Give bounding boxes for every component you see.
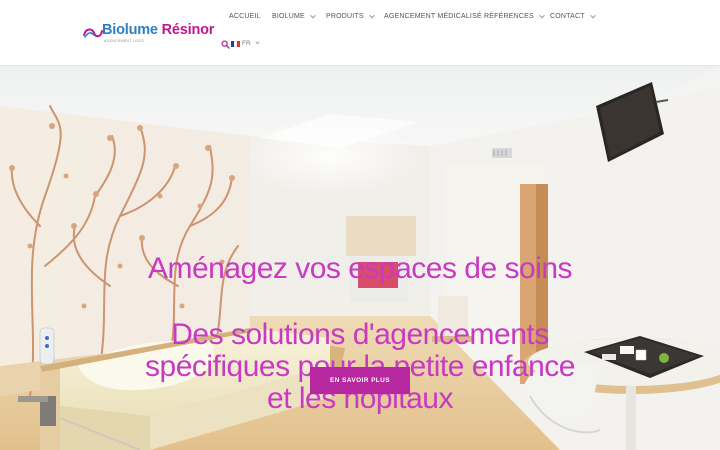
chevron-down-icon xyxy=(255,39,260,45)
nav-item-label: CONTACT xyxy=(550,13,585,20)
chevron-down-icon xyxy=(589,12,596,18)
chevron-down-icon xyxy=(539,12,545,18)
site-header: Biolume Résinor AGENCEMENT LOGO ACCUEIL … xyxy=(0,0,720,66)
chevron-down-icon xyxy=(368,12,375,18)
nav-item-label: RÉFÉRENCES xyxy=(484,13,534,20)
hero-subheadline-line-1: Des solutions d'agencements xyxy=(171,318,549,351)
nav-item-accueil[interactable]: ACCUEIL xyxy=(229,13,261,20)
brand-logo[interactable]: Biolume Résinor AGENCEMENT LOGO xyxy=(82,22,214,44)
learn-more-button[interactable]: EN SAVOIR PLUS xyxy=(310,367,410,394)
brand-name-part1: Biolume xyxy=(102,22,158,38)
nav-item-label: AGENCEMENT MÉDICALISÉ xyxy=(384,13,482,20)
language-selector[interactable]: FR xyxy=(231,39,260,47)
france-flag-icon xyxy=(231,40,240,47)
nav-item-biolume[interactable]: BIOLUME xyxy=(272,12,316,20)
nav-item-references[interactable]: RÉFÉRENCES xyxy=(484,12,545,20)
nav-item-agencement[interactable]: AGENCEMENT MÉDICALISÉ xyxy=(384,13,482,20)
brand-tagline: AGENCEMENT LOGO xyxy=(104,39,145,43)
search-icon[interactable] xyxy=(221,40,230,49)
nav-item-label: PRODUITS xyxy=(326,13,364,20)
language-label: FR xyxy=(242,40,251,47)
brand-name: Biolume Résinor xyxy=(102,22,214,38)
nav-item-contact[interactable]: CONTACT xyxy=(550,12,596,20)
nav-item-produits[interactable]: PRODUITS xyxy=(326,12,375,20)
logo-mark-icon xyxy=(83,28,103,38)
hero-headline: Aménagez vos espaces de soins xyxy=(147,252,573,285)
nav-item-label: BIOLUME xyxy=(272,13,305,20)
brand-name-part2: Résinor xyxy=(161,22,215,38)
chevron-down-icon xyxy=(310,12,316,18)
nav-item-label: ACCUEIL xyxy=(229,13,261,20)
